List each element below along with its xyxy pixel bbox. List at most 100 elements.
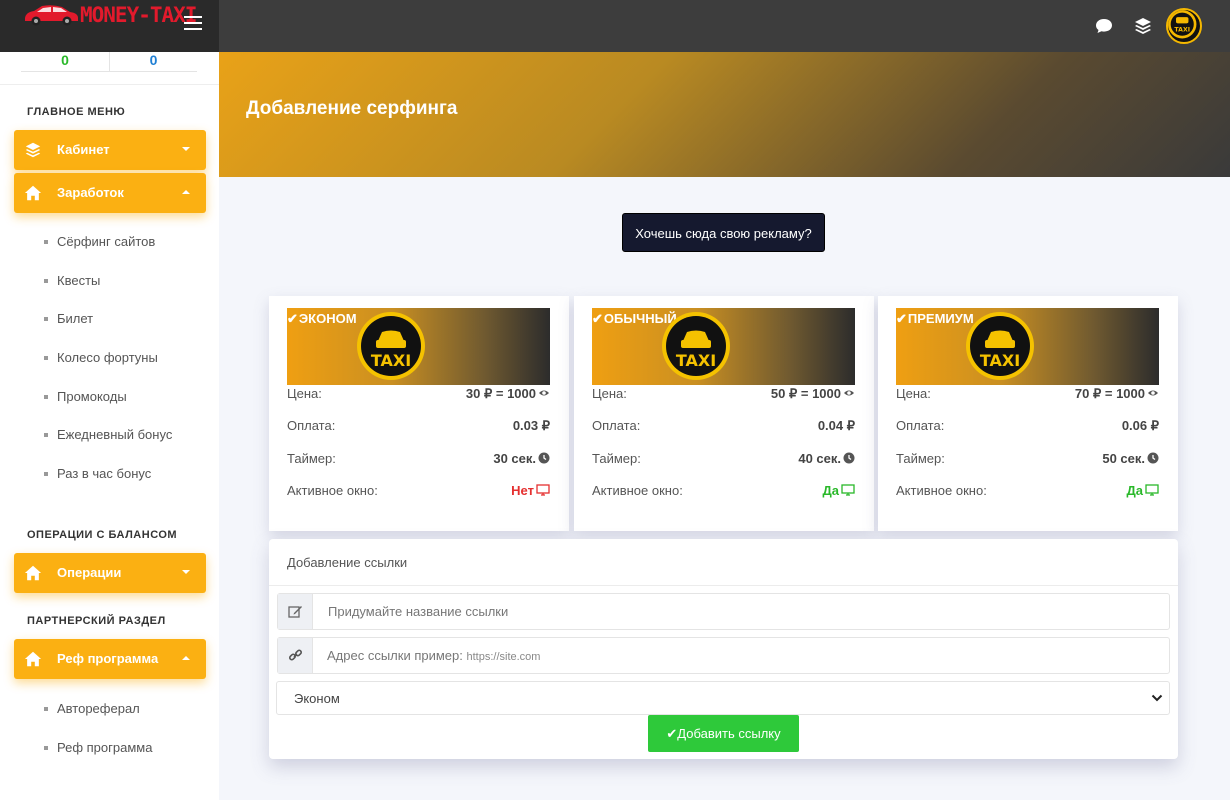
- tariff-timer: 50 сек.: [1102, 451, 1145, 466]
- link-icon: [278, 638, 313, 673]
- tariff-payment: 0.06 ₽: [1121, 418, 1159, 433]
- tariff-card-premium[interactable]: ✔ПРЕМИУМ TAXI Цена: 70 ₽ = 1000 Оплата: 0.…: [878, 296, 1178, 531]
- tariff-banner: ✔ОБЫЧНЫЙ TAXI: [592, 308, 855, 385]
- clock-icon: [538, 452, 550, 464]
- sidebar-subitem-daily-bonus[interactable]: Ежедневный бонус: [44, 427, 172, 442]
- layers-icon[interactable]: [1133, 16, 1153, 36]
- chevron-up-icon: [182, 656, 190, 660]
- monitor-icon: [536, 484, 550, 496]
- avatar[interactable]: TAXI: [1166, 8, 1202, 44]
- page-title: Добавление серфинга: [246, 98, 458, 119]
- monitor-icon: [1145, 484, 1159, 496]
- sidebar-subitem-ticket[interactable]: Билет: [44, 311, 93, 326]
- tariff-row-active-window: Активное окно: Да: [896, 483, 1159, 498]
- sidebar-subitem-ref-program[interactable]: Реф программа: [44, 740, 152, 755]
- tariff-row-price: Цена: 70 ₽ = 1000: [896, 386, 1159, 401]
- tariff-row-price: Цена: 30 ₽ = 1000: [287, 386, 550, 401]
- tariff-select[interactable]: Эконом: [276, 681, 1170, 715]
- tariff-row-payment: Оплата: 0.04 ₽: [592, 418, 855, 433]
- tariff-active-window: Да: [1126, 483, 1144, 498]
- tariff-card-econom[interactable]: ✔ЭКОНОМ TAXI Цена: 30 ₽ = 1000 Оплата: 0.0…: [269, 296, 569, 531]
- check-icon: ✔: [287, 311, 298, 326]
- menu-icon[interactable]: [184, 16, 202, 30]
- tariff-select-value: Эконом: [294, 691, 340, 706]
- sidebar-subitem-hourly-bonus[interactable]: Раз в час бонус: [44, 466, 151, 481]
- check-icon: ✔: [592, 311, 603, 326]
- link-name-group: [277, 593, 1170, 630]
- check-icon: ✔: [896, 311, 907, 326]
- balance-ads: 0: [109, 52, 197, 71]
- tariff-row-timer: Таймер: 50 сек.: [896, 451, 1159, 466]
- sidebar-subitem-wheel[interactable]: Колесо фортуны: [44, 350, 158, 365]
- add-link-button-label: Добавить ссылку: [677, 726, 781, 741]
- taxi-badge-icon: TAXI: [357, 312, 425, 380]
- home-icon: [24, 565, 42, 581]
- check-icon: ✔: [666, 726, 678, 741]
- tariff-row-timer: Таймер: 40 сек.: [592, 451, 855, 466]
- sidebar-subitem-quests[interactable]: Квесты: [44, 273, 100, 288]
- tariff-row-payment: Оплата: 0.06 ₽: [896, 418, 1159, 433]
- link-url-group: Адрес ссылки пример: https://site.com: [277, 637, 1170, 674]
- sidebar-item-earnings[interactable]: Заработок: [14, 173, 206, 213]
- tariff-row-timer: Таймер: 30 сек.: [287, 451, 550, 466]
- sidebar-subitem-autoreferral[interactable]: Автореферал: [44, 701, 140, 716]
- divider: [269, 585, 1178, 586]
- eye-icon: [539, 390, 549, 396]
- sidebar-item-label: Кабинет: [57, 142, 110, 157]
- add-link-button[interactable]: ✔Добавить ссылку: [648, 715, 799, 752]
- sidebar-item-label: Реф программа: [57, 651, 159, 666]
- tariff-row-payment: Оплата: 0.03 ₽: [287, 418, 550, 433]
- chevron-up-icon: [182, 190, 190, 194]
- sidebar-subitem-surfing[interactable]: Сёрфинг сайтов: [44, 234, 155, 249]
- tariff-price: 50 ₽ = 1000: [770, 386, 841, 401]
- tariff-payment: 0.04 ₽: [817, 418, 855, 433]
- taxi-badge-icon: TAXI: [662, 312, 730, 380]
- layers-icon: [25, 142, 41, 158]
- ad-button[interactable]: Хочешь сюда свою рекламу?: [622, 213, 825, 252]
- tariff-price: 30 ₽ = 1000: [465, 386, 536, 401]
- sidebar-item-operations[interactable]: Операции: [14, 553, 206, 593]
- link-name-input[interactable]: [314, 594, 1169, 629]
- tariff-active-window: Да: [822, 483, 840, 498]
- tariff-timer: 40 сек.: [798, 451, 841, 466]
- chevron-down-icon: [1151, 694, 1163, 702]
- tariff-timer: 30 сек.: [493, 451, 536, 466]
- tariff-active-window: Нет: [511, 483, 534, 498]
- page-header: Добавление серфинга: [219, 52, 1230, 177]
- tariff-price: 70 ₽ = 1000: [1074, 386, 1145, 401]
- brand-logo[interactable]: MONEY-TAXI: [0, 0, 219, 52]
- divider: [0, 84, 219, 85]
- chevron-down-icon: [182, 570, 190, 574]
- tariff-banner: ✔ЭКОНОМ TAXI: [287, 308, 550, 385]
- tariff-row-price: Цена: 50 ₽ = 1000: [592, 386, 855, 401]
- section-title-partner: ПАРТНЕРСКИЙ РАЗДЕЛ: [27, 615, 166, 627]
- sidebar-item-ref-program[interactable]: Реф программа: [14, 639, 206, 679]
- top-bar: MONEY-TAXI TAXI: [0, 0, 1230, 52]
- tariff-name: ЭКОНОМ: [298, 311, 357, 326]
- home-icon: [24, 185, 42, 201]
- tariff-card-regular[interactable]: ✔ОБЫЧНЫЙ TAXI Цена: 50 ₽ = 1000 Оплата: 0.…: [574, 296, 874, 531]
- sidebar-item-label: Заработок: [57, 185, 124, 200]
- section-title-balance-ops: ОПЕРАЦИИ С БАЛАНСОМ: [27, 529, 178, 541]
- eye-icon: [844, 390, 854, 396]
- tariff-row-active-window: Активное окно: Нет: [287, 483, 550, 498]
- car-logo-icon: [25, 5, 78, 26]
- svg-text:TAXI: TAXI: [371, 351, 411, 370]
- tariff-banner: ✔ПРЕМИУМ TAXI: [896, 308, 1159, 385]
- tariff-row-active-window: Активное окно: Да: [592, 483, 855, 498]
- chat-icon[interactable]: [1094, 16, 1114, 36]
- svg-text:TAXI: TAXI: [676, 351, 716, 370]
- svg-text:TAXI: TAXI: [980, 351, 1020, 370]
- sidebar-subitem-promocodes[interactable]: Промокоды: [44, 389, 127, 404]
- svg-text:TAXI: TAXI: [1174, 26, 1190, 33]
- tariff-name: ПРЕМИУМ: [907, 311, 974, 326]
- panel-title: Добавление ссылки: [287, 555, 408, 570]
- chevron-down-icon: [182, 147, 190, 151]
- clock-icon: [843, 452, 855, 464]
- home-icon: [24, 651, 42, 667]
- sidebar-item-label: Операции: [57, 565, 122, 580]
- eye-icon: [1148, 390, 1158, 396]
- sidebar-item-cabinet[interactable]: Кабинет: [14, 130, 206, 170]
- edit-icon: [278, 594, 313, 629]
- link-url-placeholder: Адрес ссылки пример: https://site.com: [327, 648, 541, 663]
